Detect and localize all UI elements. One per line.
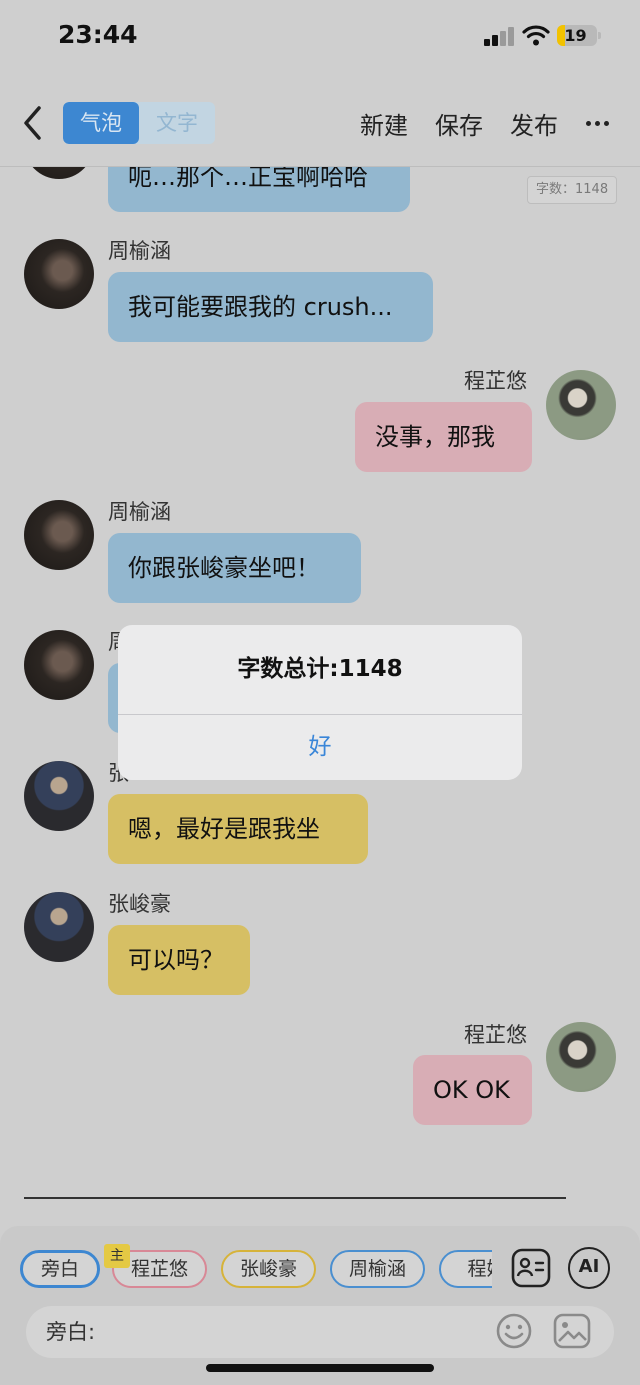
- avatar[interactable]: [24, 892, 94, 962]
- input-label: 旁白:: [46, 1320, 96, 1344]
- avatar[interactable]: [24, 239, 94, 309]
- character-chip[interactable]: 程妈: [439, 1250, 492, 1288]
- battery-level: 19: [564, 26, 587, 45]
- message-bubble[interactable]: 可以吗？: [108, 925, 250, 995]
- segment-bubble[interactable]: 气泡: [63, 102, 139, 144]
- character-selector: 旁白 程芷悠 张峻豪 周榆涵 程妈: [20, 1250, 492, 1292]
- back-icon[interactable]: [20, 104, 60, 144]
- avatar[interactable]: [546, 1022, 616, 1092]
- battery-icon: 19: [557, 25, 597, 46]
- avatar[interactable]: [24, 500, 94, 570]
- save-button[interactable]: 保存: [435, 106, 483, 141]
- status-time: 23:44: [58, 20, 138, 49]
- main-character-badge: 主: [104, 1244, 130, 1268]
- avatar[interactable]: [546, 370, 616, 440]
- word-count-badge: 字数：1148: [527, 176, 618, 204]
- message-bubble[interactable]: 我可能要跟我的 crush...: [108, 272, 433, 342]
- segment-text[interactable]: 文字: [139, 102, 215, 144]
- battery-tip: [598, 32, 601, 39]
- message-bubble[interactable]: 你跟张峻豪坐吧！: [108, 533, 361, 603]
- sender-name: 程芷悠: [464, 1023, 527, 1047]
- message-bubble[interactable]: 呃…那个…正宝啊哈哈: [108, 167, 410, 212]
- avatar[interactable]: [24, 167, 94, 179]
- signal-icon: [484, 26, 516, 46]
- character-chip[interactable]: 周榆涵: [330, 1250, 425, 1288]
- emoji-icon[interactable]: [495, 1312, 533, 1350]
- avatar[interactable]: [24, 761, 94, 831]
- blank-line: [24, 1197, 566, 1199]
- sender-name: 周榆涵: [108, 239, 171, 263]
- sender-name: 张峻豪: [108, 892, 171, 916]
- character-chip[interactable]: 张峻豪: [221, 1250, 316, 1288]
- new-button[interactable]: 新建: [360, 106, 408, 141]
- message-bubble[interactable]: OK OK: [413, 1055, 532, 1125]
- character-chip-narrator[interactable]: 旁白: [20, 1250, 100, 1288]
- character-card-icon[interactable]: [510, 1247, 552, 1289]
- wifi-icon: [522, 25, 550, 46]
- home-indicator: [206, 1364, 434, 1372]
- dialog-title: 字数总计:1148: [237, 656, 403, 682]
- avatar[interactable]: [24, 630, 94, 700]
- message-bubble[interactable]: 嗯，最好是跟我坐: [108, 794, 368, 864]
- publish-button[interactable]: 发布: [510, 106, 558, 141]
- word-count-dialog: 字数总计:1148 好: [118, 625, 522, 780]
- mode-segmented-control: 气泡 文字: [63, 102, 215, 144]
- sender-name: 程芷悠: [464, 369, 527, 393]
- dialog-ok-button[interactable]: 好: [118, 715, 522, 780]
- sender-name: 周榆涵: [108, 500, 171, 524]
- ai-button[interactable]: AI: [568, 1247, 610, 1289]
- message-bubble[interactable]: 没事，那我: [355, 402, 532, 472]
- image-icon[interactable]: [552, 1311, 592, 1351]
